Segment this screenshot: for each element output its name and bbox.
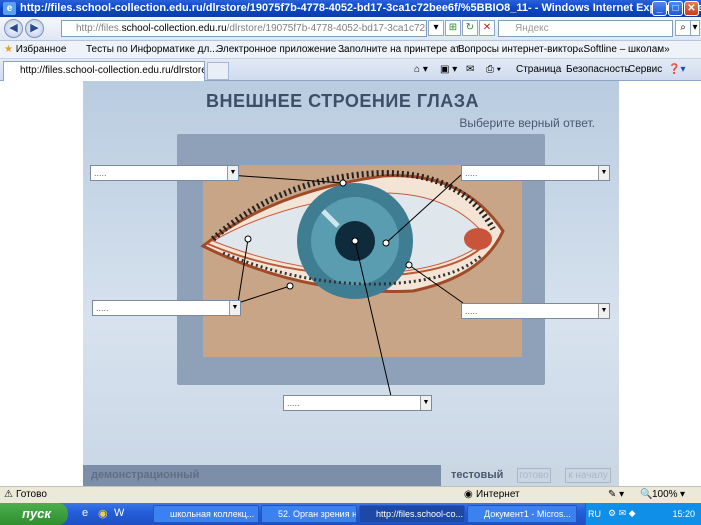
favorites-label: Избранное <box>15 44 67 55</box>
star-icon: ★ <box>4 44 13 55</box>
window-title: http://files.school-collection.edu.ru/dl… <box>20 2 701 14</box>
maximize-button[interactable]: □ <box>668 1 683 16</box>
start-button[interactable]: пуск <box>0 503 68 525</box>
mode-controls: тестовый готово к началу <box>441 465 619 486</box>
quicklaunch-chrome-icon[interactable]: ◉ <box>98 507 108 520</box>
address-input[interactable]: http://files.school-collection.edu.ru/dl… <box>61 20 427 37</box>
protected-mode-icon[interactable]: ✎ ▾ <box>608 489 624 500</box>
tab-row: http://files.school-collection.edu.ru/dl… <box>0 59 701 81</box>
answer-dropdown-3[interactable]: ..... ▼ <box>92 300 241 316</box>
flash-stage: ВНЕШНЕЕ СТРОЕНИЕ ГЛАЗА Выберите верный о… <box>83 81 619 486</box>
page-content: ВНЕШНЕЕ СТРОЕНИЕ ГЛАЗА Выберите верный о… <box>0 81 701 486</box>
taskbar-item[interactable]: школьная коллекц... <box>153 505 259 523</box>
pointer-dot <box>405 261 413 269</box>
favorite-item[interactable]: Заполните на принтере ат... <box>338 44 467 55</box>
start-label: пуск <box>22 506 51 521</box>
home-icon[interactable]: ⌂ ▾ <box>414 64 428 75</box>
tab-test[interactable]: тестовый <box>451 469 503 481</box>
zoom-icon[interactable]: 🔍 <box>640 489 652 500</box>
search-icon[interactable]: ⌕ <box>675 20 691 36</box>
feeds-icon[interactable]: ▣ ▾ <box>440 64 457 75</box>
url-dropdown-icon[interactable]: ▾ <box>428 20 444 36</box>
stop-icon[interactable]: ✕ <box>479 20 495 36</box>
taskbar: пуск e ◉ W школьная коллекц... 52. Орган… <box>0 503 701 525</box>
search-options-icon[interactable]: ▾ <box>690 20 700 36</box>
url-domain: school-collection.edu.ru <box>121 23 227 34</box>
answer-dropdown-2[interactable]: ..... ▼ <box>461 165 610 181</box>
dropdown-value: ..... <box>465 168 478 178</box>
taskbar-item[interactable]: Документ1 - Micros... <box>467 505 577 523</box>
eye-illustration <box>200 169 505 397</box>
chevron-down-icon[interactable]: ▼ <box>598 304 609 318</box>
pointer-dot <box>382 239 390 247</box>
favorite-item[interactable]: Вопросы интернет-виктор... <box>458 44 586 55</box>
pointer-dot <box>244 235 252 243</box>
favorite-item[interactable]: Электронное приложение ... <box>216 44 347 55</box>
pointer-dot <box>339 179 347 187</box>
pointer-dot <box>351 237 359 245</box>
favorites-bar: ★ Избранное Тесты по Информатике дл... Э… <box>0 41 701 59</box>
taskbar-item[interactable]: 52. Орган зрения н ... <box>261 505 357 523</box>
favorites-button[interactable]: ★ Избранное <box>4 44 66 55</box>
quicklaunch-ie-icon[interactable]: e <box>82 507 88 519</box>
mail-icon[interactable]: ✉ <box>466 64 474 75</box>
safety-menu[interactable]: Безопасность <box>566 64 630 75</box>
pointer-line <box>228 174 344 184</box>
back-button[interactable]: ◀ <box>4 19 23 38</box>
status-icon: ⚠ <box>4 489 13 500</box>
url-path: /dlrstore/19075f7b-4778-4052-bd17-3ca1c7… <box>226 23 426 34</box>
forward-button[interactable]: ▶ <box>25 19 44 38</box>
status-bar: ⚠ Готово ◉ Интернет ✎ ▾ 🔍 100% ▾ <box>0 486 701 502</box>
favorite-item[interactable]: Тесты по Информатике дл... <box>86 44 218 55</box>
chevron-down-icon[interactable]: ▼ <box>420 396 431 410</box>
dropdown-value: ..... <box>465 306 478 316</box>
print-icon[interactable]: ⎙ ▾ <box>486 64 501 75</box>
zoom-level[interactable]: 100% <box>652 489 678 500</box>
refresh-icon[interactable]: ↻ <box>462 20 478 36</box>
dropdown-value: ..... <box>96 303 109 313</box>
address-toolbar: ◀ ▶ http://files.school-collection.edu.r… <box>0 17 701 41</box>
zoom-dropdown-icon[interactable]: ▾ <box>680 489 685 500</box>
title-bar: e http://files.school-collection.edu.ru/… <box>0 0 701 17</box>
status-text: Готово <box>16 489 47 500</box>
globe-icon: ◉ <box>464 489 473 500</box>
dropdown-value: ..... <box>94 168 107 178</box>
caruncle <box>464 228 492 250</box>
language-indicator[interactable]: RU <box>588 509 601 519</box>
tools-menu[interactable]: Сервис <box>628 64 662 75</box>
new-tab-button[interactable] <box>207 62 229 80</box>
page-menu[interactable]: Страница <box>516 64 561 75</box>
search-input[interactable]: Яндекс <box>498 20 673 37</box>
chevron-down-icon[interactable]: ▼ <box>227 166 238 180</box>
answer-dropdown-4[interactable]: ..... ▼ <box>461 303 610 319</box>
dropdown-value: ..... <box>287 398 300 408</box>
system-tray: RU ⚙ ✉ ◆ 15:20 <box>585 503 701 525</box>
pointer-line <box>237 285 291 304</box>
url-prefix: http://files. <box>76 23 122 34</box>
taskbar-item-active[interactable]: http://files.school-co... <box>359 505 465 523</box>
zone-text: Интернет <box>476 489 520 500</box>
answer-dropdown-5[interactable]: ..... ▼ <box>283 395 432 411</box>
help-icon[interactable]: ❓▾ <box>668 64 685 75</box>
tab-demo[interactable]: демонстрационный <box>83 465 441 486</box>
ready-button[interactable]: готово <box>517 468 551 483</box>
close-button[interactable]: ✕ <box>684 1 699 16</box>
clock: 15:20 <box>672 509 695 519</box>
pointer-dot <box>286 282 294 290</box>
compatibility-icon[interactable]: ⊞ <box>445 20 461 36</box>
tab-active[interactable]: http://files.school-collection.edu.ru/dl… <box>3 61 205 81</box>
quicklaunch-word-icon[interactable]: W <box>114 507 124 519</box>
favorite-item[interactable]: «Softline – школам» <box>578 44 670 55</box>
ie-icon: e <box>3 2 16 15</box>
chevron-down-icon[interactable]: ▼ <box>598 166 609 180</box>
tray-icons[interactable]: ⚙ ✉ ◆ <box>608 508 636 519</box>
browser-window: e http://files.school-collection.edu.ru/… <box>0 0 701 525</box>
restart-button[interactable]: к началу <box>565 468 611 483</box>
answer-dropdown-1[interactable]: ..... ▼ <box>90 165 239 181</box>
minimize-button[interactable]: _ <box>652 1 667 16</box>
chevron-down-icon[interactable]: ▼ <box>229 301 240 315</box>
